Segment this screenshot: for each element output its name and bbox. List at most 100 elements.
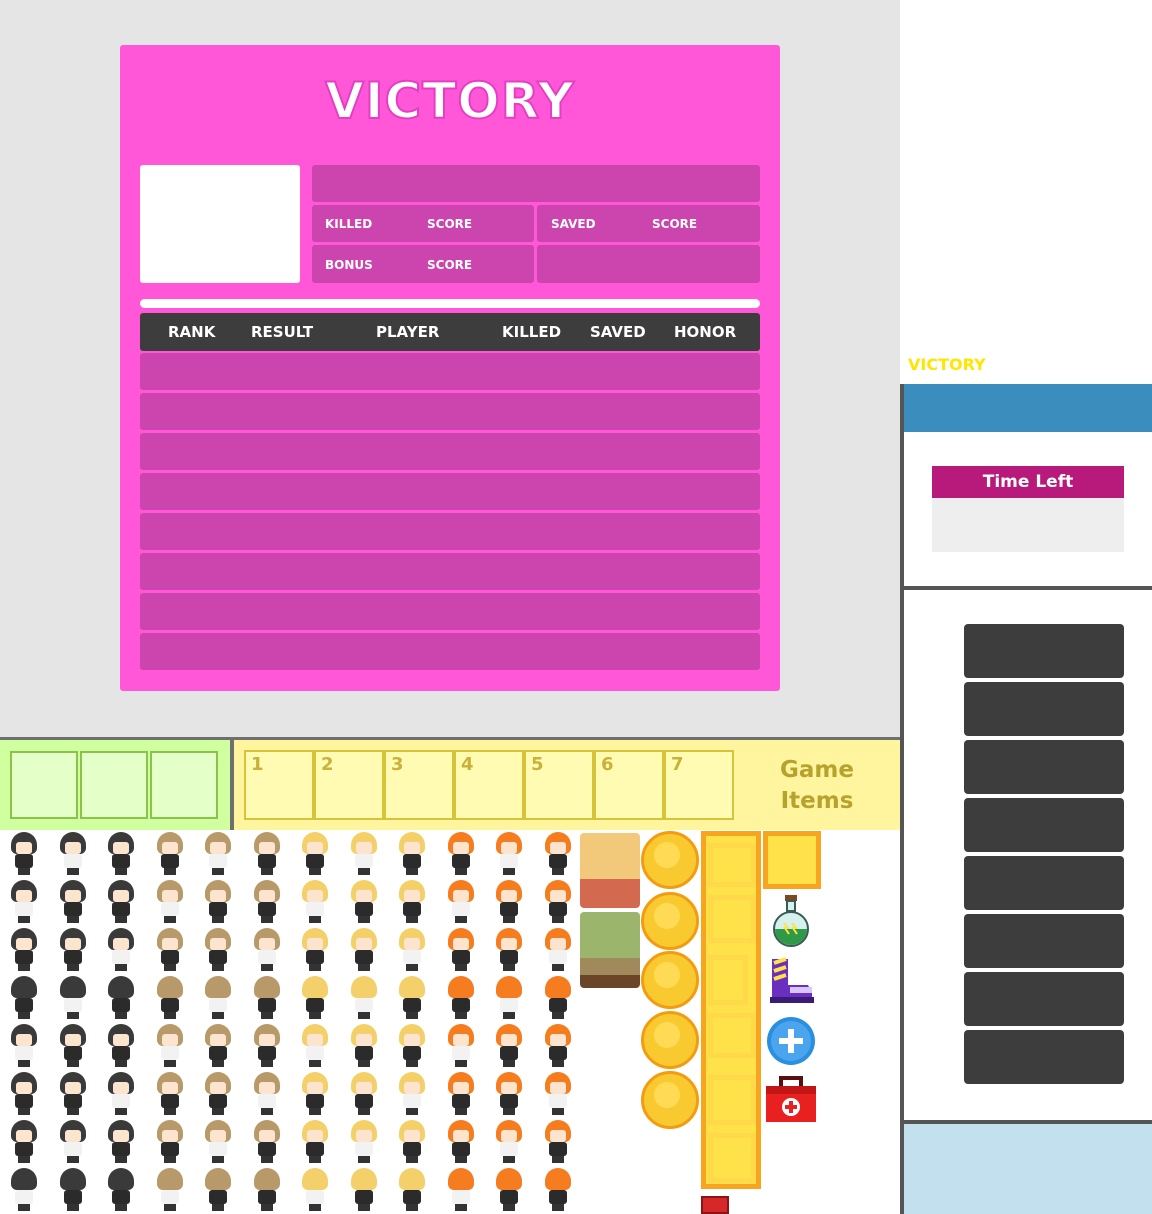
character-sprite [57,1120,89,1164]
yellow-tile [708,1075,756,1125]
character-sprite [348,832,380,876]
hotbar-slot-2[interactable]: 2 [314,750,384,820]
character-sprite [154,880,186,924]
side-button[interactable] [964,624,1124,678]
character-sprite [8,1072,40,1116]
green-slot[interactable] [150,751,218,819]
side-button[interactable] [964,682,1124,736]
character-sprite [154,928,186,972]
side-top-area [900,0,1152,384]
character-sprite [299,928,331,972]
hotbar-slot-6[interactable]: 6 [594,750,664,820]
coin-icon [641,951,699,1009]
side-button[interactable] [964,914,1124,968]
yellow-tile [708,1013,756,1058]
character-sprite [202,976,234,1020]
character-sprite [348,1072,380,1116]
time-left-value-box [932,498,1124,552]
potion-icon [770,893,812,947]
character-sprite [251,928,283,972]
character-sprite [154,1120,186,1164]
character-sprite [445,1024,477,1068]
side-button[interactable] [964,740,1124,794]
bonus-score-label: SCORE [427,258,473,272]
character-sprite [445,928,477,972]
character-sprite [396,976,428,1020]
character-sprite [251,1072,283,1116]
character-sprite [8,1024,40,1068]
character-sprite [251,1120,283,1164]
character-sprite [299,1072,331,1116]
character-sprite [396,1168,428,1212]
character-sprite [445,832,477,876]
side-blue-bar [900,384,1152,432]
character-sprite [542,928,574,972]
slot-number: 5 [531,754,544,775]
character-sprite [202,832,234,876]
coin-icon [641,1011,699,1069]
character-sprite [396,1120,428,1164]
character-sprite [202,1072,234,1116]
character-sprite [154,976,186,1020]
header-saved: SAVED [590,323,646,341]
results-row [140,633,760,670]
side-button[interactable] [964,856,1124,910]
character-sprite [299,1120,331,1164]
character-sprite [493,1024,525,1068]
hotbar-slot-7[interactable]: 7 [664,750,734,820]
slot-number: 3 [391,754,404,775]
player-avatar-box [140,165,300,283]
character-sprite [299,832,331,876]
character-sprite [105,976,137,1020]
character-sprite [299,880,331,924]
character-sprite [299,976,331,1020]
character-sprite [348,1120,380,1164]
yellow-tile [763,831,821,889]
character-sprite [542,1120,574,1164]
character-sprite [396,880,428,924]
character-sprite [445,1072,477,1116]
character-sprite [542,1168,574,1212]
character-sprite [542,1024,574,1068]
character-sprite [202,1024,234,1068]
player-name-box [312,165,760,202]
results-row [140,553,760,590]
character-sprite [57,1072,89,1116]
character-sprite [493,880,525,924]
character-sprite [542,880,574,924]
character-sprite [8,880,40,924]
side-button[interactable] [964,972,1124,1026]
results-row [140,473,760,510]
results-row [140,593,760,630]
character-sprite [57,1168,89,1212]
character-sprite [445,880,477,924]
header-killed: KILLED [502,323,562,341]
green-slot[interactable] [10,751,78,819]
slot-number: 4 [461,754,474,775]
hotbar-slot-3[interactable]: 3 [384,750,454,820]
hotbar-slot-4[interactable]: 4 [454,750,524,820]
side-button[interactable] [964,1030,1124,1084]
header-rank: RANK [168,323,216,341]
hotbar-slot-5[interactable]: 5 [524,750,594,820]
character-sprite [396,928,428,972]
side-button[interactable] [964,798,1124,852]
saved-label: SAVED [551,217,596,231]
character-sprite [445,1168,477,1212]
slot-number: 2 [321,754,334,775]
character-sprite [105,832,137,876]
character-sprite [8,832,40,876]
green-slot[interactable] [80,751,148,819]
yellow-tile [708,843,756,887]
slot-number: 1 [251,754,264,775]
character-sprite [493,1072,525,1116]
plus-circle-icon[interactable] [766,1016,816,1066]
character-sprite [105,1120,137,1164]
saved-score-label: SCORE [652,217,698,231]
victory-title: VICTORY [324,71,575,131]
character-sprite [348,1168,380,1212]
hotbar-slot-1[interactable]: 1 [244,750,314,820]
time-left-label: Time Left [982,472,1074,492]
game-items-label: Game Items [760,755,874,817]
character-sprite [202,1168,234,1212]
